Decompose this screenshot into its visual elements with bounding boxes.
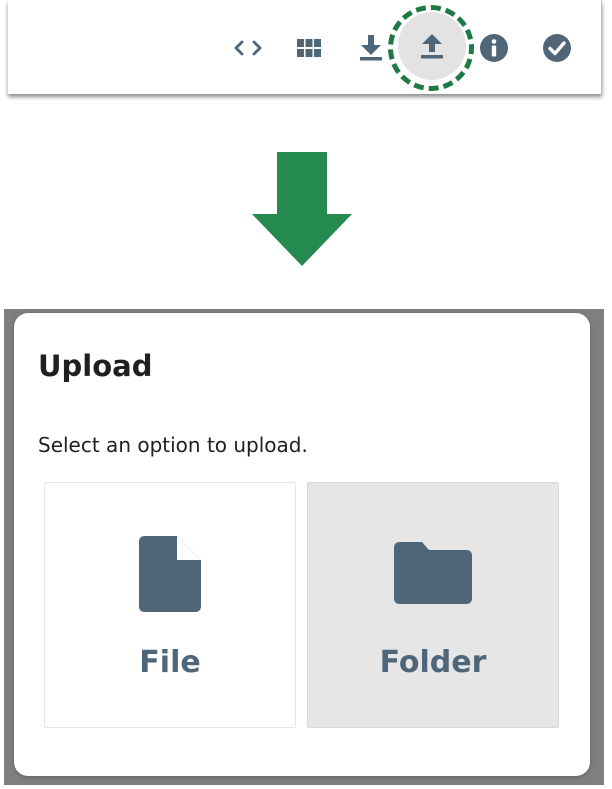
code-button[interactable]	[228, 28, 268, 68]
upload-file-option[interactable]: File	[44, 482, 296, 728]
download-button[interactable]	[351, 28, 391, 68]
check-circle-icon	[543, 34, 571, 62]
upload-icon	[421, 34, 443, 59]
folder-option-label: Folder	[379, 645, 487, 680]
folder-icon	[394, 542, 472, 604]
info-button[interactable]	[474, 28, 514, 68]
file-icon	[139, 536, 201, 612]
dialog-title: Upload	[38, 349, 153, 383]
code-icon	[234, 40, 262, 56]
download-icon	[360, 35, 382, 61]
info-icon	[480, 34, 508, 62]
arrow-down-icon	[252, 152, 352, 266]
toolbar	[8, 0, 602, 94]
upload-folder-option[interactable]: Folder	[307, 482, 559, 728]
file-option-label: File	[139, 645, 201, 680]
grid-icon	[297, 39, 321, 57]
upload-button[interactable]	[398, 12, 466, 80]
grid-view-button[interactable]	[289, 28, 329, 68]
upload-dialog: Upload Select an option to upload. File …	[14, 313, 590, 776]
check-button[interactable]	[537, 28, 577, 68]
dialog-subtitle: Select an option to upload.	[38, 433, 308, 457]
